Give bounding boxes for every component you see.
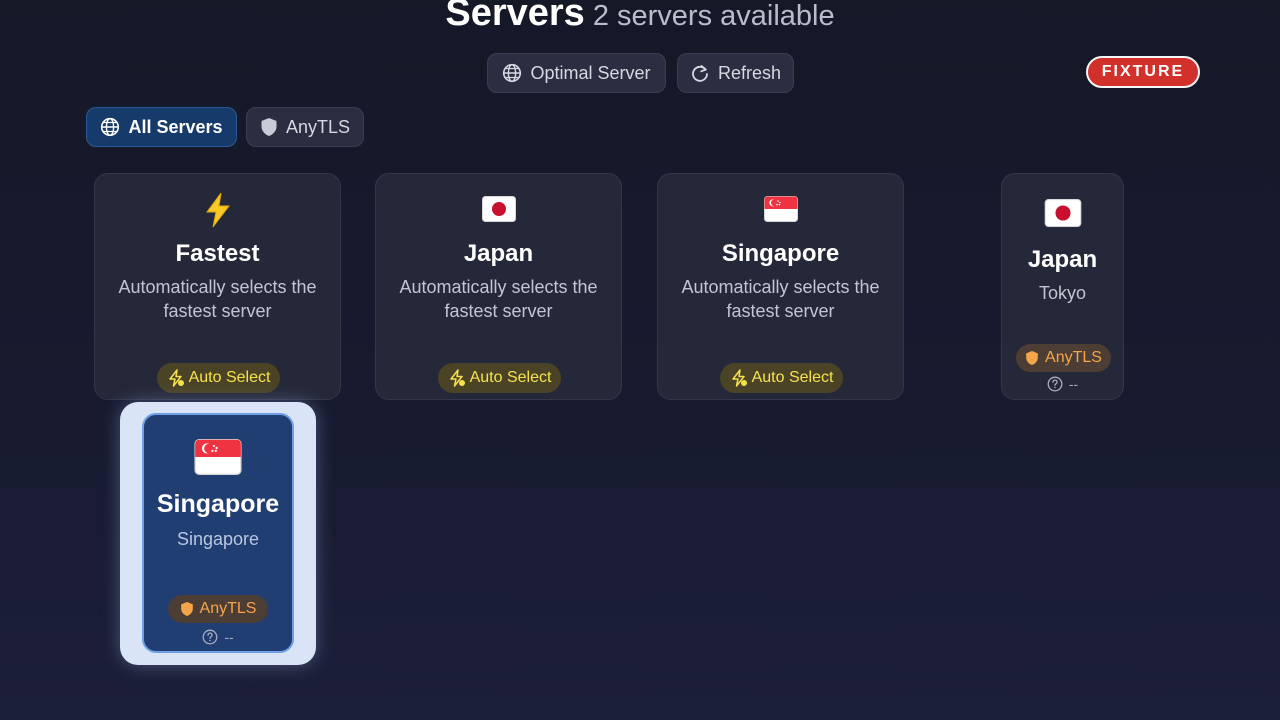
server-card-singapore[interactable]: Singapore Singapore AnyTLS -- [142, 413, 294, 653]
question-circle-icon [202, 629, 218, 645]
latency-indicator: -- [144, 629, 292, 645]
protocol-badge: AnyTLS [168, 595, 268, 623]
server-card-name: Fastest [175, 240, 260, 267]
server-card-name: Japan [463, 240, 534, 267]
lightning-icon [205, 192, 230, 228]
refresh-icon [692, 65, 708, 82]
auto-bolt-icon [731, 369, 747, 387]
auto-select-badge: Auto Select [157, 363, 280, 393]
server-card-description: Automatically selects the fastest server [681, 277, 880, 321]
server-card-description: Automatically selects the fastest server [118, 277, 317, 321]
server-card-fastest[interactable]: Fastest Automatically selects the fastes… [94, 173, 341, 400]
refresh-label: Refresh [717, 62, 782, 83]
singapore-flag-icon [763, 196, 798, 222]
fixture-badge: FIXTURE [1086, 56, 1200, 88]
question-circle-icon [1047, 376, 1063, 392]
singapore-flag-icon [194, 439, 242, 475]
page-title: Servers [445, 0, 585, 34]
server-card-description: Automatically selects the fastest server [399, 277, 598, 321]
shield-icon [1026, 351, 1038, 365]
globe-icon [101, 117, 120, 137]
japan-flag-icon [481, 196, 516, 222]
refresh-button[interactable]: Refresh [677, 53, 794, 93]
shield-icon [180, 602, 193, 616]
server-card-japan-tokyo[interactable]: Japan Tokyo AnyTLS -- [1001, 173, 1124, 400]
auto-bolt-icon [168, 369, 184, 387]
auto-select-badge: Auto Select [438, 363, 561, 393]
server-card-location: Tokyo [1038, 283, 1087, 303]
auto-select-badge: Auto Select [720, 363, 843, 393]
server-card-singapore-auto[interactable]: Singapore Automatically selects the fast… [657, 173, 904, 400]
optimal-server-button[interactable]: Optimal Server [487, 53, 666, 93]
optimal-server-label: Optimal Server [530, 62, 651, 83]
server-card-name: Singapore [156, 490, 280, 518]
filter-anytls-label: AnyTLS [285, 116, 351, 137]
page-header: Servers 2 servers available [0, 0, 1280, 35]
japan-flag-icon [1044, 199, 1081, 227]
server-count: 2 servers available [592, 0, 835, 32]
filter-all-servers-label: All Servers [128, 116, 223, 137]
server-card-location: Singapore [176, 529, 260, 549]
server-card-japan-auto[interactable]: Japan Automatically selects the fastest … [375, 173, 622, 400]
filter-anytls[interactable]: AnyTLS [246, 107, 364, 147]
shield-icon [261, 118, 277, 136]
server-card-name: Singapore [721, 240, 840, 267]
latency-indicator: -- [1002, 376, 1123, 392]
filter-all-servers[interactable]: All Servers [86, 107, 237, 147]
protocol-badge: AnyTLS [1016, 344, 1111, 372]
globe-icon [503, 63, 522, 83]
auto-bolt-icon [449, 369, 465, 387]
server-card-name: Japan [1027, 246, 1098, 273]
